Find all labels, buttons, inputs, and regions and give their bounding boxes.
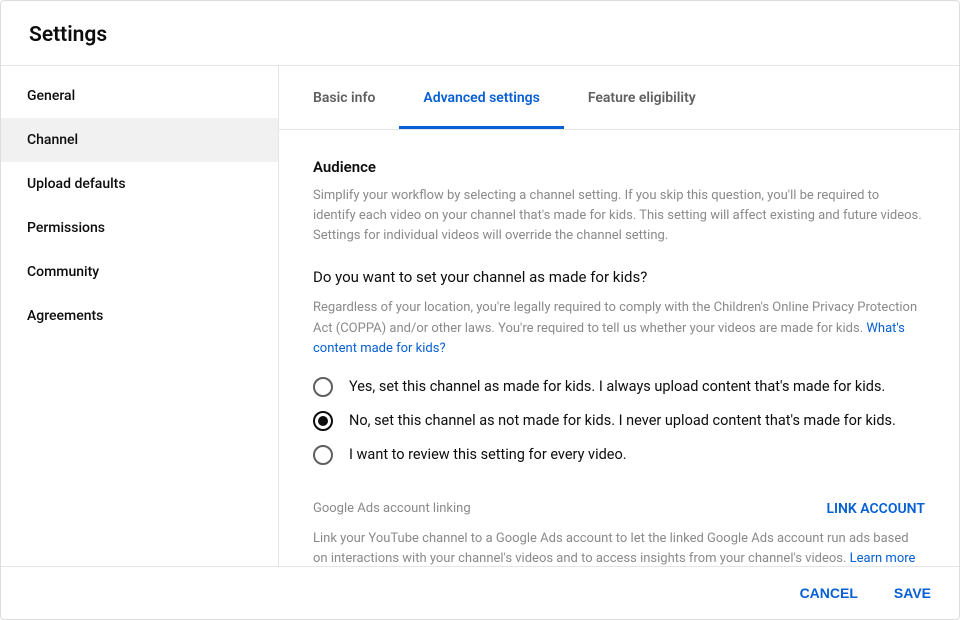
radio-label: I want to review this setting for every … [349,446,627,463]
ads-learn-more-link[interactable]: Learn more [850,551,916,566]
radio-icon [313,377,333,397]
main-scroll[interactable]: Basic info Advanced settings Feature eli… [279,66,959,566]
page-title: Settings [29,23,931,47]
cancel-button[interactable]: CANCEL [796,579,862,607]
sidebar-item-agreements[interactable]: Agreements [1,294,278,338]
dialog-body: General Channel Upload defaults Permissi… [1,66,959,566]
tab-feature-eligibility[interactable]: Feature eligibility [564,66,720,129]
audience-desc: Simplify your workflow by selecting a ch… [313,186,925,246]
radio-option-yes[interactable]: Yes, set this channel as made for kids. … [313,377,925,397]
link-account-button[interactable]: LINK ACCOUNT [826,501,925,517]
radio-option-review[interactable]: I want to review this setting for every … [313,445,925,465]
audience-radio-group: Yes, set this channel as made for kids. … [313,377,925,465]
sidebar-item-permissions[interactable]: Permissions [1,206,278,250]
ads-linking-row: Google Ads account linking LINK ACCOUNT [313,501,925,517]
settings-dialog: Settings General Channel Upload defaults… [0,0,960,620]
main-panel: Basic info Advanced settings Feature eli… [279,66,959,566]
ads-desc: Link your YouTube channel to a Google Ad… [313,529,925,566]
audience-legal-text: Regardless of your location, you're lega… [313,300,917,335]
dialog-footer: CANCEL SAVE [1,566,959,619]
ads-title: Google Ads account linking [313,501,471,516]
radio-label: Yes, set this channel as made for kids. … [349,378,885,395]
content: Audience Simplify your workflow by selec… [279,130,959,566]
radio-icon [313,411,333,431]
tab-basic-info[interactable]: Basic info [289,66,399,129]
save-button[interactable]: SAVE [890,579,935,607]
ads-desc-text: Link your YouTube channel to a Google Ad… [313,531,909,566]
audience-question: Do you want to set your channel as made … [313,268,925,286]
audience-title: Audience [313,158,925,176]
tab-advanced-settings[interactable]: Advanced settings [399,66,563,129]
sidebar-item-upload-defaults[interactable]: Upload defaults [1,162,278,206]
sidebar-item-general[interactable]: General [1,74,278,118]
sidebar: General Channel Upload defaults Permissi… [1,66,279,566]
radio-label: No, set this channel as not made for kid… [349,412,896,429]
radio-icon [313,445,333,465]
dialog-header: Settings [1,1,959,66]
sidebar-item-community[interactable]: Community [1,250,278,294]
audience-legal: Regardless of your location, you're lega… [313,298,925,358]
tabs: Basic info Advanced settings Feature eli… [279,66,959,130]
radio-option-no[interactable]: No, set this channel as not made for kid… [313,411,925,431]
sidebar-item-channel[interactable]: Channel [1,118,278,162]
